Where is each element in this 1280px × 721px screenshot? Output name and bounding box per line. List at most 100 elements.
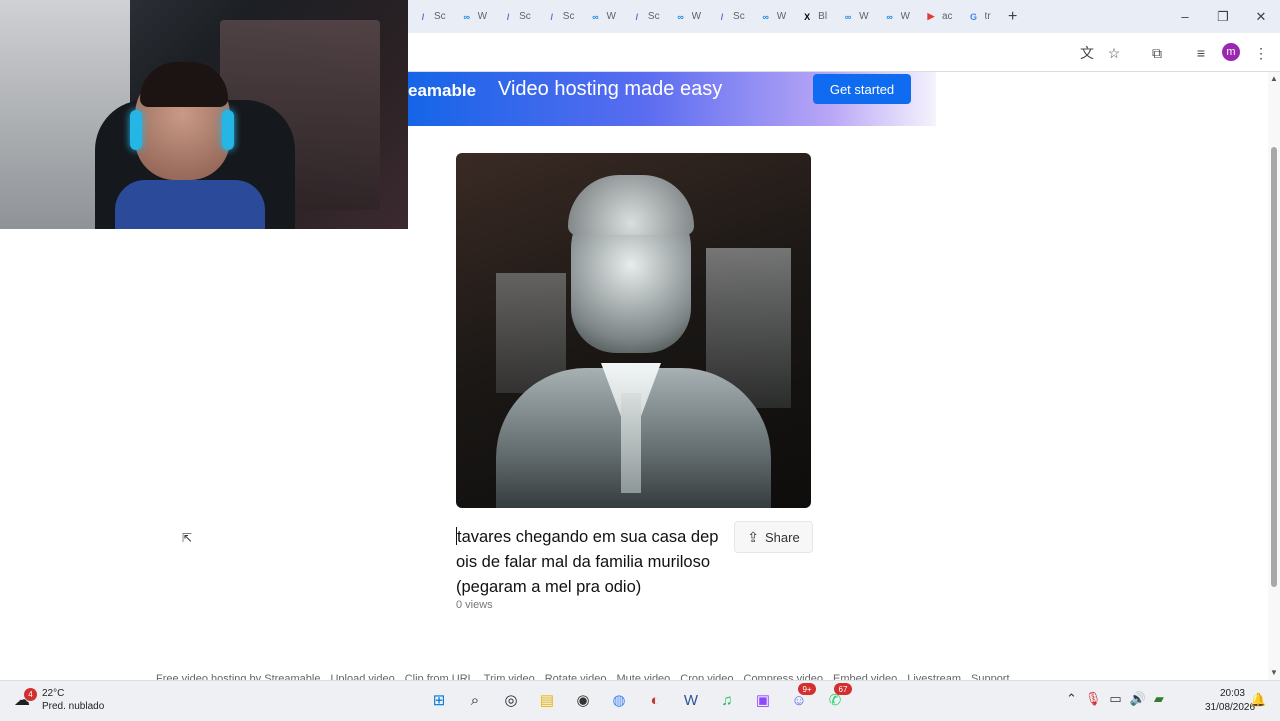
spotify-icon[interactable]: ♫ [712,685,742,715]
browser-tab[interactable]: ∞ W [833,0,874,33]
notification-bell-icon[interactable]: 🔔 [1250,692,1266,708]
obs-icon[interactable]: ◉ [568,685,598,715]
video-title[interactable]: tavares chegando em sua casa depois de f… [456,525,726,600]
tab-title: W [477,11,488,22]
browser-tab[interactable]: ∞ W [666,0,707,33]
windows-start-icon[interactable]: ⊞ [424,685,454,715]
footer-link[interactable]: Support [971,673,1010,680]
footer-link[interactable]: Free video hosting by Streamable [156,673,320,680]
browser-tab[interactable]: ∞ W [580,0,621,33]
share-button[interactable]: ⇪ Share [734,521,813,553]
footer-link[interactable]: Upload video [330,673,394,680]
video-player[interactable] [456,153,811,508]
menu-icon[interactable]: ⋮ [1250,42,1272,64]
footer-link[interactable]: Mute video [616,673,670,680]
weather-widget[interactable]: ☁ 4 22°C Pred. nublado [14,687,104,713]
minimize-button[interactable]: – [1166,0,1204,33]
browser-tab[interactable]: / Sc [408,0,452,33]
page-scrollbar[interactable]: ▲ ▼ [1268,72,1280,680]
tab-title: Sc [434,11,446,22]
tab-list: / Sc ∞ W / Sc / Sc ∞ W / Sc ∞ W / Sc ∞ W X Bl ∞ W ∞ W ▶ ac Gtr + [408,0,1025,33]
discord-icon[interactable]: ☺ 9+ [784,683,816,715]
share-label: Share [765,529,800,545]
video-title-text: tavares chegando em sua casa depois de f… [456,528,719,596]
headset-right-icon [222,110,234,150]
youtube-icon: ▶ [927,11,935,21]
view-count: 0 views [456,599,493,611]
clock-time: 20:03 [1219,688,1245,699]
tab-title: W [606,11,616,22]
notification-badge: 67 [834,683,852,695]
stylus-icon: / [506,11,510,22]
banner-tagline: Video hosting made easy [498,78,723,100]
promo-banner[interactable]: eamable Video hosting made easy Get star… [408,72,936,126]
google-icon: G [970,11,978,22]
footer-links: Free video hosting by Streamable Upload v… [156,673,1010,680]
get-started-button[interactable]: Get started [813,74,911,104]
windows-taskbar: ☁ 4 22°C Pred. nublado ⊞ ⌕ ◎ ▤ ◉ ◍ ◐ W ♫ ▣ ☺ 9+ ✆ 67 ⌃… [0,680,1280,721]
browser-tab[interactable]: ▶ ac [916,0,959,33]
footer-link[interactable]: Trim video [484,673,535,680]
browser-tab[interactable]: / Sc [707,0,751,33]
footer-link[interactable]: Clip from URL [405,673,474,680]
clock[interactable]: 20:03 31/08/2026 [1205,687,1255,715]
system-tray: ⌃ 🎙 ▭ 🔊 ▰ [1066,691,1164,707]
davinci-icon[interactable]: ◐ [640,685,670,715]
footer-link[interactable]: Crop video [680,673,733,680]
webcam-person-shirt [115,180,265,229]
microphone-icon[interactable]: 🎙 [1085,691,1102,707]
restore-button[interactable]: ❐ [1204,0,1242,33]
wordpad-icon[interactable]: W [676,685,706,715]
headset-left-icon [130,110,142,150]
steam-icon[interactable]: ◎ [496,685,526,715]
footer-link[interactable]: Livestream [907,673,961,680]
whatsapp-web-icon: ∞ [592,11,599,22]
search-icon[interactable]: ⌕ [460,685,490,715]
file-explorer-icon[interactable]: ▤ [532,685,562,715]
chrome-icon[interactable]: ◍ [604,685,634,715]
browser-tab[interactable]: / Sc [622,0,666,33]
whatsapp-icon[interactable]: ✆ 67 [820,683,852,715]
whatsapp-web-icon: ∞ [886,11,893,22]
webcam-overlay [0,0,408,229]
banner-brand: eamable [408,81,477,100]
chevron-up-icon[interactable]: ⌃ [1066,691,1077,707]
volume-icon[interactable]: 🔊 [1130,691,1146,707]
scrollbar-thumb[interactable] [1271,147,1277,587]
scroll-up-arrow-icon[interactable]: ▲ [1270,74,1278,83]
stylus-icon: / [635,11,639,22]
footer-link[interactable]: Compress video [744,673,823,680]
taskbar-apps: ⊞ ⌕ ◎ ▤ ◉ ◍ ◐ W ♫ ▣ ☺ 9+ ✆ 67 [424,683,852,715]
tab-title: W [776,11,787,22]
translate-icon[interactable]: ⽂ [1076,42,1098,64]
media-control-icon[interactable]: ≡ [1190,42,1212,64]
weather-badge: 4 [24,688,37,701]
tab-title: ac [941,11,953,22]
footer-link[interactable]: Rotate video [545,673,607,680]
browser-tab[interactable]: Gtr [959,0,997,33]
scroll-down-arrow-icon[interactable]: ▼ [1270,668,1278,677]
new-tab-button[interactable]: + [1001,5,1025,29]
whatsapp-web-icon: ∞ [762,11,769,22]
browser-tab[interactable]: ∞ W [452,0,493,33]
browser-tab[interactable]: ∞ W [875,0,916,33]
x-icon: X [804,11,811,22]
network-icon[interactable]: ▭ [1109,691,1121,707]
close-window-button[interactable]: ✕ [1242,0,1280,33]
browser-tab[interactable]: ∞ W [751,0,792,33]
twitch-icon[interactable]: ▣ [748,685,778,715]
battery-icon[interactable]: ▰ [1154,691,1164,707]
extensions-icon[interactable]: ⧉ [1146,42,1168,64]
profile-avatar[interactable]: m [1222,43,1240,61]
footer-link[interactable]: Embed video [833,673,897,680]
tab-title: W [691,11,702,22]
browser-tab[interactable]: / Sc [493,0,537,33]
whatsapp-web-icon: ∞ [677,11,684,22]
bookmark-star-icon[interactable]: ☆ [1103,42,1125,64]
browser-tab[interactable]: X Bl [792,0,833,33]
tab-title: Sc [647,11,660,22]
tab-title: Bl [818,11,828,22]
tab-title: Sc [519,11,531,22]
notification-badge: 9+ [798,683,816,695]
browser-tab[interactable]: / Sc [537,0,581,33]
